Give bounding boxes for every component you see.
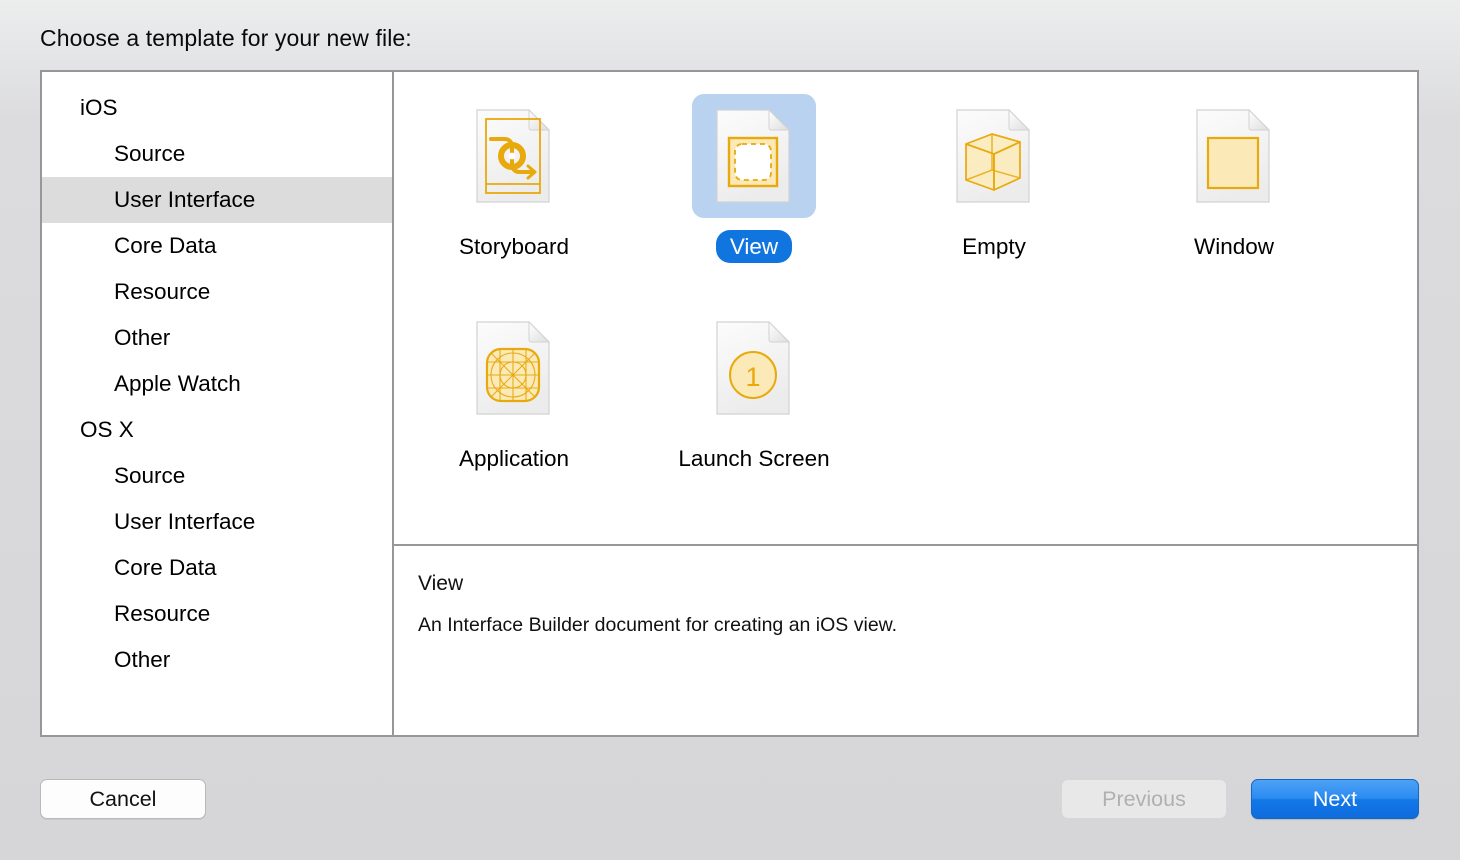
description-body: An Interface Builder document for creati… [418, 614, 898, 636]
sidebar-item-label: Core Data [114, 233, 217, 258]
cancel-button[interactable]: Cancel [40, 779, 206, 819]
sidebar-item-label: Resource [114, 601, 211, 626]
sidebar-item-ios-core-data[interactable]: Core Data [42, 223, 392, 269]
dialog-footer: Cancel Previous Next [0, 776, 1460, 824]
template-slot-empty [874, 304, 1114, 516]
template-label: Application [458, 446, 570, 471]
sidebar-group-label: iOS [80, 95, 118, 120]
template-item-application[interactable]: Application [394, 304, 634, 516]
sidebar-item-osx-core-data[interactable]: Core Data [42, 545, 392, 591]
previous-button[interactable]: Previous [1061, 779, 1227, 819]
sidebar-item-ios-source[interactable]: Source [42, 131, 392, 177]
template-icon-frame [932, 94, 1056, 218]
template-icon-frame [1172, 94, 1296, 218]
sidebar-group-ios[interactable]: iOS [42, 85, 392, 131]
template-label: Empty [962, 234, 1026, 259]
template-label: View [715, 230, 793, 263]
sidebar-item-osx-source[interactable]: Source [42, 453, 392, 499]
next-button[interactable]: Next [1251, 779, 1419, 819]
template-slot-empty [1114, 304, 1354, 516]
template-item-window[interactable]: Window [1114, 92, 1354, 304]
sidebar-item-label: Other [114, 325, 171, 350]
sidebar-item-ios-other[interactable]: Other [42, 315, 392, 361]
template-grid: Storyboard View Empty Window Application… [394, 72, 1417, 546]
template-description-panel: View An Interface Builder document for c… [394, 546, 1417, 735]
launch-screen-icon: 1 [716, 320, 791, 415]
window-icon [1196, 108, 1271, 203]
sidebar-group-label: OS X [80, 417, 134, 442]
template-chooser-panel: iOS Source User Interface Core Data Reso… [40, 70, 1419, 737]
svg-text:1: 1 [745, 362, 760, 392]
sidebar-item-label: Source [114, 141, 186, 166]
sidebar-item-osx-other[interactable]: Other [42, 637, 392, 683]
sidebar-item-osx-user-interface[interactable]: User Interface [42, 499, 392, 545]
sidebar-item-label: User Interface [114, 509, 256, 534]
sidebar-item-label: Other [114, 647, 171, 672]
template-area: Storyboard View Empty Window Application… [394, 72, 1417, 735]
template-item-view[interactable]: View [634, 92, 874, 304]
template-row-1: Storyboard View Empty Window [394, 92, 1417, 304]
sidebar-item-label: User Interface [114, 187, 256, 212]
description-title: View [418, 572, 464, 595]
template-icon-frame: 1 [692, 306, 816, 430]
template-icon-frame [452, 94, 576, 218]
template-label: Storyboard [458, 234, 570, 259]
sidebar-item-ios-resource[interactable]: Resource [42, 269, 392, 315]
view-icon [716, 108, 791, 203]
sidebar-group-osx[interactable]: OS X [42, 407, 392, 453]
application-grid-icon [476, 320, 551, 415]
sidebar-item-osx-resource[interactable]: Resource [42, 591, 392, 637]
sidebar-item-label: Apple Watch [114, 371, 241, 396]
sidebar-item-label: Core Data [114, 555, 217, 580]
page-title: Choose a template for your new file: [40, 25, 412, 51]
category-sidebar[interactable]: iOS Source User Interface Core Data Reso… [42, 72, 394, 735]
template-item-launch-screen[interactable]: 1 Launch Screen [634, 304, 874, 516]
empty-cube-icon [956, 108, 1031, 203]
template-label: Launch Screen [678, 446, 830, 471]
template-row-2: Application 1 Launch Screen [394, 304, 1417, 516]
storyboard-icon [476, 108, 551, 203]
template-icon-frame [452, 306, 576, 430]
sidebar-item-ios-user-interface[interactable]: User Interface [42, 177, 392, 223]
sidebar-item-label: Resource [114, 279, 211, 304]
template-item-empty[interactable]: Empty [874, 92, 1114, 304]
template-label: Window [1193, 234, 1275, 259]
template-icon-frame-selected [692, 94, 816, 218]
sidebar-item-ios-apple-watch[interactable]: Apple Watch [42, 361, 392, 407]
sidebar-item-label: Source [114, 463, 186, 488]
template-item-storyboard[interactable]: Storyboard [394, 92, 634, 304]
